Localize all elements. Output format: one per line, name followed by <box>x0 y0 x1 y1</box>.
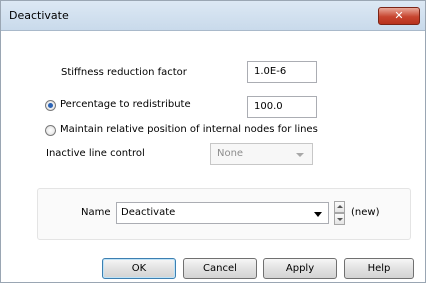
percentage-radio[interactable] <box>45 100 56 111</box>
spin-up-icon <box>337 205 343 208</box>
spin-down-icon <box>337 218 343 221</box>
inactive-line-control-value: None <box>217 148 244 159</box>
maintain-position-label: Maintain relative position of internal n… <box>60 124 318 135</box>
name-value: Deactivate <box>121 207 176 218</box>
close-button[interactable]: ✕ <box>378 7 420 25</box>
deactivate-dialog: Deactivate ✕ Stiffness reduction factor … <box>0 0 426 283</box>
spin-up-button[interactable] <box>334 201 345 213</box>
stiffness-reduction-label: Stiffness reduction factor <box>61 67 187 78</box>
apply-button[interactable]: Apply <box>263 258 337 279</box>
name-combobox[interactable]: Deactivate <box>116 202 329 224</box>
chevron-down-icon <box>296 153 304 157</box>
name-spinner <box>334 201 345 225</box>
window-title: Deactivate <box>9 9 69 22</box>
stiffness-reduction-input[interactable]: 1.0E-6 <box>247 61 317 83</box>
cancel-button[interactable]: Cancel <box>183 258 257 279</box>
inactive-line-control-label: Inactive line control <box>46 148 145 159</box>
close-icon: ✕ <box>394 9 404 22</box>
ok-button[interactable]: OK <box>102 258 176 279</box>
inactive-line-control-select: None <box>210 143 313 165</box>
percentage-label: Percentage to redistribute <box>60 99 191 110</box>
maintain-position-radio[interactable] <box>45 125 56 136</box>
new-indicator: (new) <box>351 207 380 218</box>
spin-down-button[interactable] <box>334 213 345 225</box>
chevron-down-icon[interactable] <box>314 212 322 217</box>
title-bar[interactable]: Deactivate ✕ <box>1 1 425 31</box>
name-label: Name <box>81 207 111 218</box>
percentage-input[interactable]: 100.0 <box>247 96 317 118</box>
help-button[interactable]: Help <box>344 258 414 279</box>
